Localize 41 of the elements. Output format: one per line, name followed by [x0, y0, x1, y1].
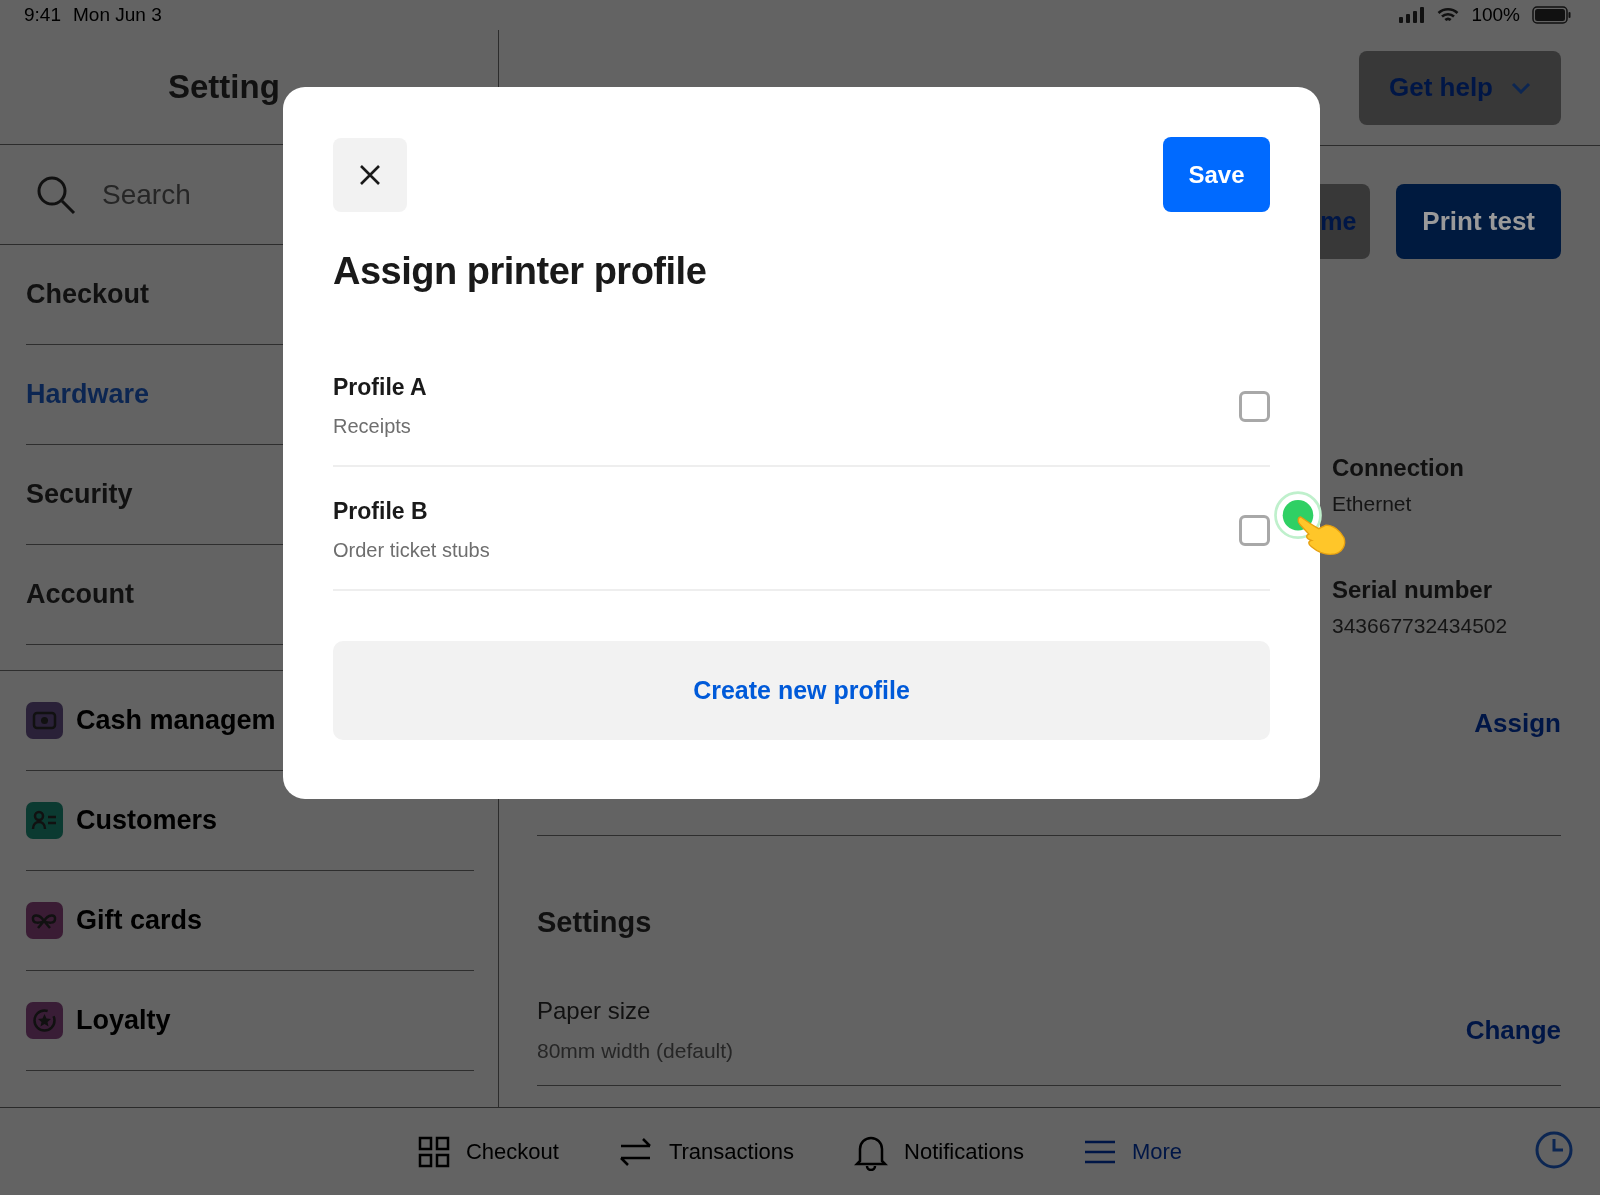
- assign-link[interactable]: Assign: [1474, 708, 1561, 739]
- create-profile-button[interactable]: Create new profile: [333, 641, 1270, 740]
- sidebar-item[interactable]: Gift cards: [76, 905, 203, 936]
- save-button[interactable]: Save: [1163, 137, 1270, 212]
- grid-icon: [417, 1135, 450, 1168]
- profile-name: Profile A: [333, 374, 427, 401]
- tab-bar-item[interactable]: More: [1083, 1138, 1182, 1165]
- close-icon: [359, 163, 381, 186]
- detail-label: Serial number: [1332, 576, 1494, 604]
- status-date: Mon Jun 3: [73, 4, 162, 26]
- menu-icon: [1083, 1138, 1116, 1165]
- sidebar-item[interactable]: Loyalty: [76, 1005, 171, 1036]
- section-heading: Settings: [537, 906, 653, 939]
- swap-arrows-icon: [618, 1135, 653, 1168]
- detail-label: Connection: [1332, 454, 1465, 482]
- profile-name: Profile B: [333, 498, 429, 525]
- change-link[interactable]: Change: [1465, 1014, 1561, 1046]
- sidebar-item[interactable]: Customers: [76, 805, 218, 836]
- checkbox[interactable]: [1239, 390, 1270, 422]
- profile-description: Receipts: [333, 415, 412, 438]
- status-time: 9:41: [24, 4, 61, 26]
- checkbox[interactable]: [1239, 514, 1270, 546]
- detail-value: Ethernet: [1332, 492, 1413, 516]
- sidebar-item[interactable]: Cash managem: [76, 705, 276, 736]
- close-button[interactable]: [333, 137, 407, 212]
- detail-value: 343667732434502: [1332, 614, 1509, 638]
- print-test-button[interactable]: Print test: [1396, 184, 1561, 259]
- sidebar-title: Setting: [168, 68, 280, 106]
- search-field[interactable]: Search: [100, 177, 254, 212]
- wifi-icon: [1437, 6, 1460, 24]
- setting-value: 80mm width (default): [537, 1039, 734, 1063]
- tab-bar-item[interactable]: Checkout: [417, 1135, 559, 1168]
- tab-bar-item[interactable]: Transactions: [618, 1135, 795, 1168]
- battery-percent: 100%: [1471, 4, 1520, 26]
- clock-icon[interactable]: [1534, 1130, 1574, 1170]
- signal-icon: [1399, 7, 1426, 23]
- tab-bar-item[interactable]: Notifications: [854, 1132, 1024, 1171]
- setting-label: Paper size: [537, 997, 652, 1025]
- search-icon: [36, 174, 76, 215]
- chevron-down-icon: [1511, 81, 1531, 94]
- battery-icon: [1532, 6, 1572, 24]
